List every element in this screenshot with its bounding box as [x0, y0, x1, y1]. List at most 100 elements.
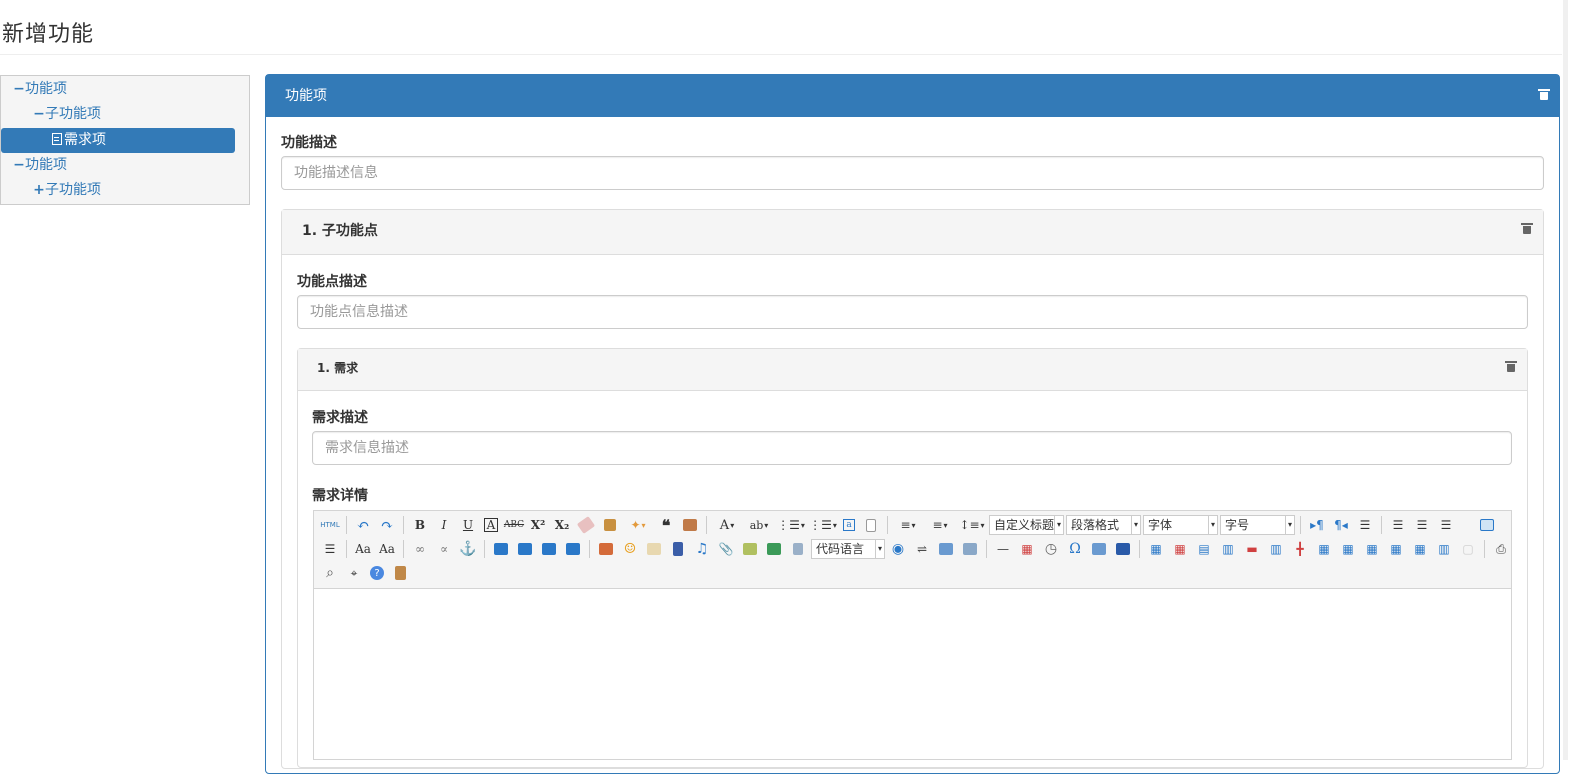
delete-table-icon[interactable]: ▦: [1169, 539, 1191, 559]
trash-icon[interactable]: [1538, 89, 1550, 100]
tree-node-requirement[interactable]: 需求项: [1, 128, 235, 153]
lowercase-icon[interactable]: Aa: [376, 539, 398, 559]
format-brush-icon[interactable]: [599, 515, 621, 535]
snapscreen-icon[interactable]: [1088, 539, 1110, 559]
feature-panel-heading: 功能项: [266, 75, 1559, 117]
align-right-icon[interactable]: ☰: [1435, 515, 1457, 535]
page-break-icon[interactable]: [787, 539, 809, 559]
search-replace-icon[interactable]: ⌖: [343, 563, 365, 583]
merge-cells-icon[interactable]: ▦: [1313, 539, 1335, 559]
clear-doc-icon[interactable]: [860, 515, 882, 535]
tree-node-feature-2[interactable]: −功能项: [13, 153, 67, 178]
help-icon[interactable]: ?: [370, 566, 384, 580]
italic-icon[interactable]: I: [433, 515, 455, 535]
editor-content-area[interactable]: [314, 589, 1511, 759]
font-border-icon[interactable]: A: [484, 518, 498, 532]
paste-text-icon[interactable]: [679, 515, 701, 535]
strikethrough-icon[interactable]: ABC: [503, 515, 525, 535]
webapp-icon[interactable]: ◉: [887, 539, 909, 559]
font-family-select[interactable]: 字体: [1143, 515, 1218, 535]
split-cols-icon[interactable]: ▥: [1433, 539, 1455, 559]
image-center-icon[interactable]: [562, 539, 584, 559]
row-spacing-top-icon[interactable]: ≡: [893, 515, 923, 535]
requirement-desc-input[interactable]: [312, 431, 1512, 465]
template-icon[interactable]: [935, 539, 957, 559]
trash-icon[interactable]: [1521, 223, 1533, 234]
emotion-icon[interactable]: ☺: [619, 539, 641, 559]
fullscreen-icon[interactable]: [1476, 515, 1498, 535]
insert-paragraph-icon[interactable]: ▤: [1193, 539, 1215, 559]
row-spacing-bottom-icon[interactable]: ≡: [925, 515, 955, 535]
image-none-icon[interactable]: [490, 539, 512, 559]
underline-icon[interactable]: U: [457, 515, 479, 535]
superscript-icon[interactable]: X²: [527, 515, 549, 535]
indent-icon[interactable]: ☰: [1354, 515, 1376, 535]
drafts-icon[interactable]: [389, 563, 411, 583]
highlight-color-icon[interactable]: ab: [744, 515, 774, 535]
bold-icon[interactable]: B: [409, 515, 431, 535]
paragraph-format-select[interactable]: 段落格式: [1066, 515, 1141, 535]
tree-node-subfeature-1[interactable]: −子功能项: [33, 102, 101, 127]
word-image-icon[interactable]: [1112, 539, 1134, 559]
line-height-icon[interactable]: ↕≡: [957, 515, 987, 535]
subfeature-desc-input[interactable]: [297, 295, 1528, 329]
align-center-icon[interactable]: ☰: [1411, 515, 1433, 535]
page-scrollbar[interactable]: [1563, 0, 1568, 760]
rtl-icon[interactable]: ¶◂: [1330, 515, 1352, 535]
code-language-select[interactable]: 代码语言: [811, 539, 885, 559]
link-icon[interactable]: ∞: [409, 539, 431, 559]
chart-icon[interactable]: ▢: [1457, 539, 1479, 559]
unlink-icon[interactable]: ∝: [433, 539, 455, 559]
tree-node-subfeature-2[interactable]: +子功能项: [33, 178, 101, 203]
insert-row-icon[interactable]: ▥: [1217, 539, 1239, 559]
trash-icon[interactable]: [1505, 361, 1517, 372]
font-size-select[interactable]: 字号: [1220, 515, 1295, 535]
music-icon[interactable]: ♫: [691, 539, 713, 559]
image-right-icon[interactable]: [538, 539, 560, 559]
ltr-icon[interactable]: ▸¶: [1306, 515, 1328, 535]
scrawl-icon[interactable]: [643, 539, 665, 559]
attachment-icon[interactable]: 📎: [715, 539, 737, 559]
blockquote-icon[interactable]: ❝: [655, 515, 677, 535]
tree-node-feature-1[interactable]: −功能项: [13, 77, 67, 102]
insert-code-icon[interactable]: [763, 539, 785, 559]
time-icon[interactable]: ◷: [1040, 539, 1062, 559]
date-icon[interactable]: ▦: [1016, 539, 1038, 559]
image-left-icon[interactable]: [514, 539, 536, 559]
delete-row-icon[interactable]: ▬: [1241, 539, 1263, 559]
split-rows-icon[interactable]: ▦: [1409, 539, 1431, 559]
redo-icon[interactable]: ↷: [376, 515, 398, 535]
auto-format-icon[interactable]: ✦: [623, 515, 653, 535]
tree-node-label: 子功能项: [45, 106, 101, 122]
feature-desc-input[interactable]: [281, 156, 1544, 190]
merge-down-icon[interactable]: ▦: [1361, 539, 1383, 559]
insert-col-icon[interactable]: ▥: [1265, 539, 1287, 559]
unordered-list-icon[interactable]: ⋮☰: [808, 515, 838, 535]
uppercase-icon[interactable]: Aa: [352, 539, 374, 559]
preview-icon[interactable]: ⌕: [319, 563, 341, 583]
align-justify-icon[interactable]: ☰: [319, 539, 341, 559]
page-break-line-icon[interactable]: ⇌: [911, 539, 933, 559]
merge-right-icon[interactable]: ▦: [1337, 539, 1359, 559]
custom-title-select[interactable]: 自定义标题: [989, 515, 1064, 535]
print-icon[interactable]: ⎙: [1490, 539, 1512, 559]
special-chars-icon[interactable]: Ω: [1064, 539, 1086, 559]
insert-table-icon[interactable]: ▦: [1145, 539, 1167, 559]
subscript-icon[interactable]: X₂: [551, 515, 573, 535]
insert-video-icon[interactable]: [667, 539, 689, 559]
ordered-list-icon[interactable]: ⋮☰: [776, 515, 806, 535]
eraser-icon[interactable]: [575, 515, 597, 535]
undo-icon[interactable]: ↶: [352, 515, 374, 535]
split-cells-icon[interactable]: ▦: [1385, 539, 1407, 559]
toolbar-separator: [589, 540, 590, 558]
html-source-button[interactable]: HTML: [319, 515, 341, 535]
horizontal-rule-icon[interactable]: —: [992, 539, 1014, 559]
align-left-icon[interactable]: ☰: [1387, 515, 1409, 535]
delete-col-icon[interactable]: ╋: [1289, 539, 1311, 559]
background-icon[interactable]: [959, 539, 981, 559]
anchor-icon[interactable]: ⚓: [457, 539, 479, 559]
insert-image-icon[interactable]: [595, 539, 617, 559]
insert-frame-icon[interactable]: [739, 539, 761, 559]
select-all-icon[interactable]: a: [843, 519, 855, 531]
font-color-icon[interactable]: A: [712, 515, 742, 535]
